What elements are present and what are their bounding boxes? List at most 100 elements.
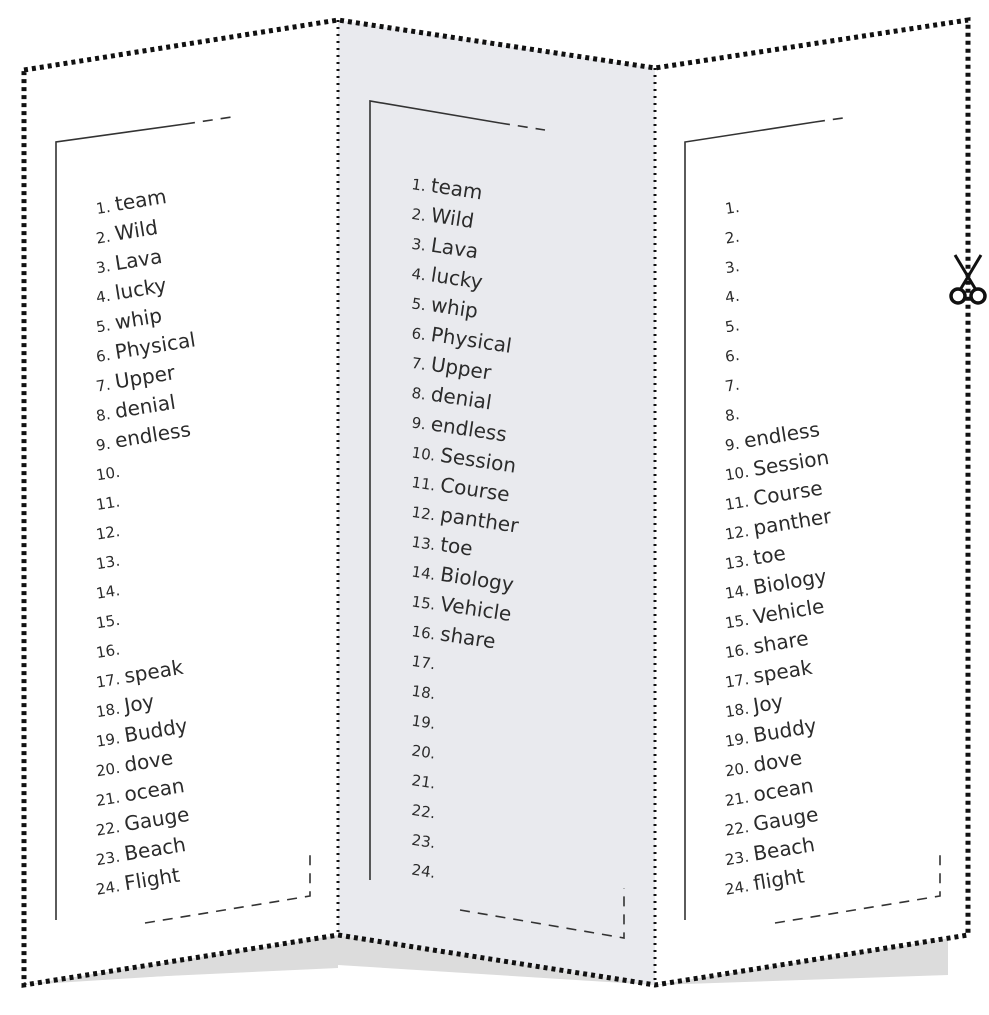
list-item: 1. [724, 198, 741, 218]
item-number: 3. [724, 257, 741, 277]
list-item: 11. [95, 492, 121, 514]
item-number: 24. [95, 877, 121, 899]
trifold-pamphlet: 1.team2.Wild3.Lava4.lucky5.whip6.Physica… [21, 17, 987, 988]
item-number: 13. [724, 552, 750, 574]
item-number: 11. [410, 473, 436, 494]
item-number: 2. [95, 228, 112, 248]
list-item: 3. [724, 257, 741, 277]
item-number: 15. [95, 611, 121, 633]
list-item: 2. [724, 228, 741, 248]
item-number: 4. [724, 287, 741, 307]
item-number: 21. [724, 788, 750, 810]
item-number: 1. [724, 198, 741, 218]
list-item: 6. [724, 346, 741, 366]
item-word: toe [751, 541, 787, 570]
item-number: 3. [410, 235, 427, 255]
item-number: 21. [95, 788, 121, 810]
item-number: 9. [724, 435, 741, 455]
list-item: 15. [95, 611, 121, 633]
item-number: 4. [410, 265, 427, 285]
item-number: 10. [410, 443, 436, 464]
item-number: 12. [95, 522, 121, 544]
item-number: 16. [724, 640, 750, 662]
item-word: Joy [750, 689, 786, 718]
item-number: 24. [410, 861, 436, 882]
item-number: 23. [724, 848, 750, 870]
list-item: 19. [410, 712, 436, 733]
item-number: 2. [724, 228, 741, 248]
item-number: 23. [95, 848, 121, 870]
item-number: 21. [410, 771, 436, 792]
item-number: 22. [410, 801, 436, 822]
item-number: 22. [95, 818, 121, 840]
item-number: 5. [724, 316, 741, 336]
item-number: 16. [410, 622, 436, 643]
item-number: 17. [724, 670, 750, 692]
list-item: 16. [95, 640, 121, 662]
item-number: 17. [95, 670, 121, 692]
item-number: 5. [410, 294, 427, 314]
item-number: 11. [95, 492, 121, 514]
item-word: Joy [121, 689, 157, 718]
list-item: 7. [724, 376, 741, 396]
list-item: 18. [410, 682, 436, 703]
item-number: 8. [724, 405, 741, 425]
item-number: 12. [724, 522, 750, 544]
item-number: 20. [724, 759, 750, 781]
item-number: 13. [410, 533, 436, 554]
item-number: 6. [95, 346, 112, 366]
item-number: 11. [724, 492, 750, 514]
item-number: 7. [95, 376, 112, 396]
list-item: 17. [410, 652, 436, 673]
item-number: 12. [410, 503, 436, 524]
list-item: 13. [95, 552, 121, 574]
list-item: 20. [410, 741, 436, 762]
item-number: 15. [410, 592, 436, 613]
item-number: 1. [95, 198, 112, 218]
item-number: 18. [410, 682, 436, 703]
item-number: 5. [95, 316, 112, 336]
item-number: 9. [410, 414, 427, 434]
item-number: 3. [95, 257, 112, 277]
item-number: 6. [724, 346, 741, 366]
item-number: 22. [724, 818, 750, 840]
list-item: 4. [724, 287, 741, 307]
list-item: 8. [724, 405, 741, 425]
item-number: 10. [95, 463, 121, 485]
item-number: 20. [410, 741, 436, 762]
list-item: 10. [95, 463, 121, 485]
item-number: 14. [410, 563, 436, 584]
list-item: 23. [410, 831, 436, 852]
item-number: 2. [410, 205, 427, 225]
item-number: 24. [724, 877, 750, 899]
item-number: 13. [95, 552, 121, 574]
item-number: 15. [724, 611, 750, 633]
item-number: 19. [724, 729, 750, 751]
list-item: 12. [95, 522, 121, 544]
item-number: 6. [410, 324, 427, 344]
item-number: 17. [410, 652, 436, 673]
item-number: 18. [95, 700, 121, 722]
item-number: 16. [95, 640, 121, 662]
list-item: 22. [410, 801, 436, 822]
item-number: 23. [410, 831, 436, 852]
list-item: 21. [410, 771, 436, 792]
item-number: 10. [724, 463, 750, 485]
item-number: 7. [410, 354, 427, 374]
item-word: toe [439, 532, 475, 561]
item-number: 7. [724, 376, 741, 396]
item-number: 14. [95, 581, 121, 603]
item-number: 8. [410, 384, 427, 404]
item-number: 9. [95, 435, 112, 455]
item-number: 8. [95, 405, 112, 425]
item-number: 18. [724, 700, 750, 722]
item-number: 1. [410, 175, 427, 195]
item-number: 4. [95, 287, 112, 307]
item-number: 20. [95, 759, 121, 781]
item-number: 19. [410, 712, 436, 733]
list-item: 5. [724, 316, 741, 336]
item-number: 14. [724, 581, 750, 603]
list-item: 24. [410, 861, 436, 882]
list-item: 14. [95, 581, 121, 603]
item-number: 19. [95, 729, 121, 751]
